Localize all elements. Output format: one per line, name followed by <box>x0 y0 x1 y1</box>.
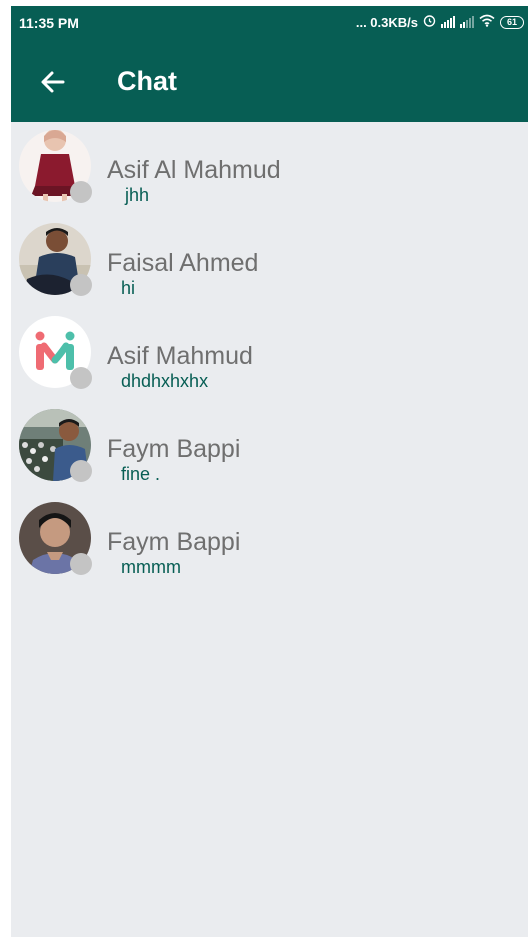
chat-list-item[interactable]: Asif Al Mahmud jhh <box>11 122 528 212</box>
alarm-icon <box>423 14 436 30</box>
status-dot <box>70 553 92 575</box>
status-dot <box>70 460 92 482</box>
chat-list-item[interactable]: Faisal Ahmed hi <box>11 215 528 305</box>
last-message: hi <box>121 278 136 298</box>
page-title: Chat <box>117 66 177 96</box>
contact-name: Faym Bappi <box>107 435 241 463</box>
contact-name: Faym Bappi <box>107 528 241 556</box>
network-speed: ... 0.3KB/s <box>355 14 418 30</box>
status-icons: ... 0.3KB/s 61 <box>356 14 524 30</box>
last-message: jhh <box>125 185 150 205</box>
battery-icon: 61 <box>500 15 524 29</box>
status-dot <box>70 367 92 389</box>
wifi-icon <box>479 14 495 30</box>
last-message: mmmm <box>121 557 181 577</box>
contact-name: Faisal Ahmed <box>107 249 259 277</box>
status-bar: 11:35 PM ... 0.3KB/s 61 <box>11 6 528 40</box>
contact-name: Asif Al Mahmud <box>107 156 281 184</box>
last-message: dhdhxhxhx <box>121 371 209 391</box>
signal-icon <box>441 16 455 28</box>
chat-list-item[interactable]: Faym Bappi fine . <box>11 401 528 491</box>
chat-screen: 11:35 PM ... 0.3KB/s 61 Chat Asif Al Mah… <box>11 6 528 937</box>
battery-level: 61 <box>506 16 517 27</box>
chat-list-item[interactable]: Asif Mahmud dhdhxhxhx <box>11 308 528 398</box>
status-time: 11:35 PM <box>19 15 79 31</box>
arrow-left-icon[interactable] <box>39 68 67 96</box>
contact-name: Asif Mahmud <box>107 342 253 370</box>
signal-icon <box>460 16 474 28</box>
app-bar: Chat <box>11 40 528 122</box>
status-dot <box>70 274 92 296</box>
chat-list-item[interactable]: Faym Bappi mmmm <box>11 494 528 584</box>
last-message: fine . <box>121 464 161 484</box>
status-dot <box>70 181 92 203</box>
